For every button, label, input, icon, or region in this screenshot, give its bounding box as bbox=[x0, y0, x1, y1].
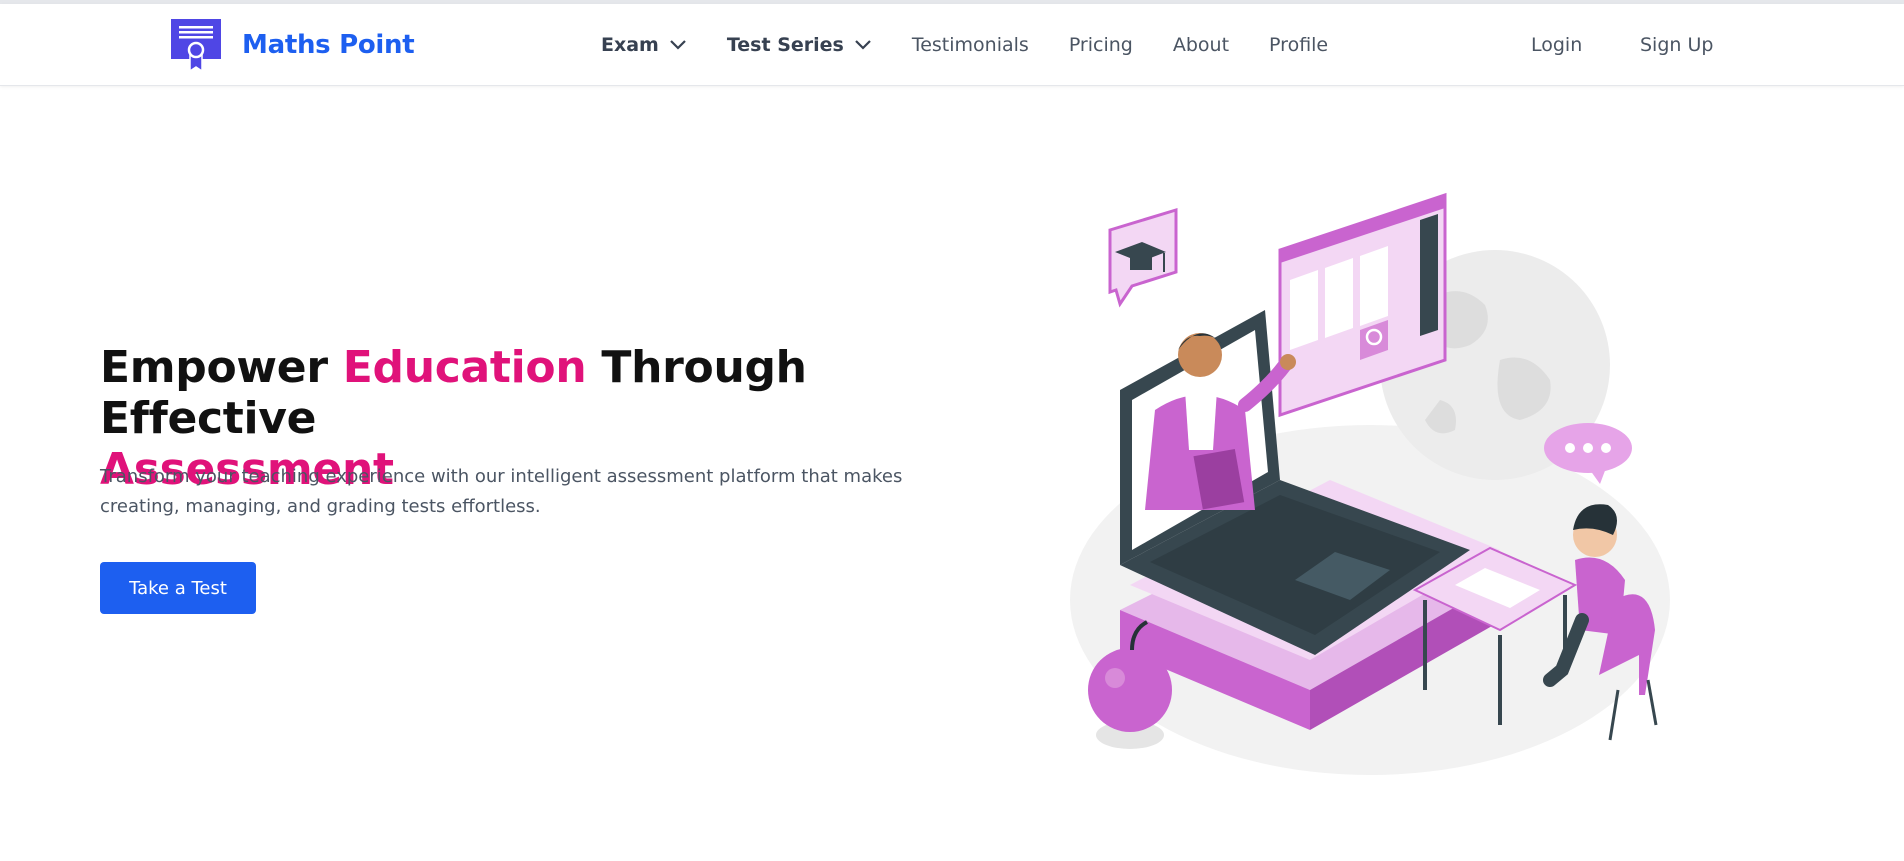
nav-exam-label: Exam bbox=[601, 34, 659, 56]
take-test-button[interactable]: Take a Test bbox=[100, 562, 256, 614]
certificate-ribbon-icon bbox=[171, 19, 221, 73]
nav-about[interactable]: About bbox=[1173, 34, 1229, 56]
signup-link[interactable]: Sign Up bbox=[1640, 4, 1713, 86]
graduation-cap-icon bbox=[1108, 207, 1178, 308]
nav-pricing[interactable]: Pricing bbox=[1069, 34, 1133, 56]
nav-test-series[interactable]: Test Series bbox=[727, 34, 872, 56]
navbar: Maths Point Exam Test Series Testimonial… bbox=[0, 4, 1904, 86]
hero-title-accent1: Education bbox=[342, 342, 587, 393]
nav-testimonials[interactable]: Testimonials bbox=[912, 34, 1029, 56]
nav-test-series-label: Test Series bbox=[726, 34, 844, 56]
chevron-down-icon bbox=[854, 39, 872, 51]
chevron-down-icon bbox=[669, 39, 687, 51]
hero-subtitle: Transform your teaching experience with … bbox=[100, 466, 903, 517]
brand-link[interactable]: Maths Point bbox=[171, 19, 415, 73]
hero-title-part1: Empower bbox=[100, 342, 343, 393]
nav-profile[interactable]: Profile bbox=[1269, 34, 1328, 56]
nav-exam[interactable]: Exam bbox=[601, 34, 687, 56]
login-link[interactable]: Login bbox=[1531, 4, 1582, 86]
brand-name: Maths Point bbox=[242, 30, 415, 60]
hero-illustration bbox=[1070, 190, 1690, 780]
main-nav: Exam Test Series Testimonials Pricing Ab… bbox=[601, 4, 1368, 86]
